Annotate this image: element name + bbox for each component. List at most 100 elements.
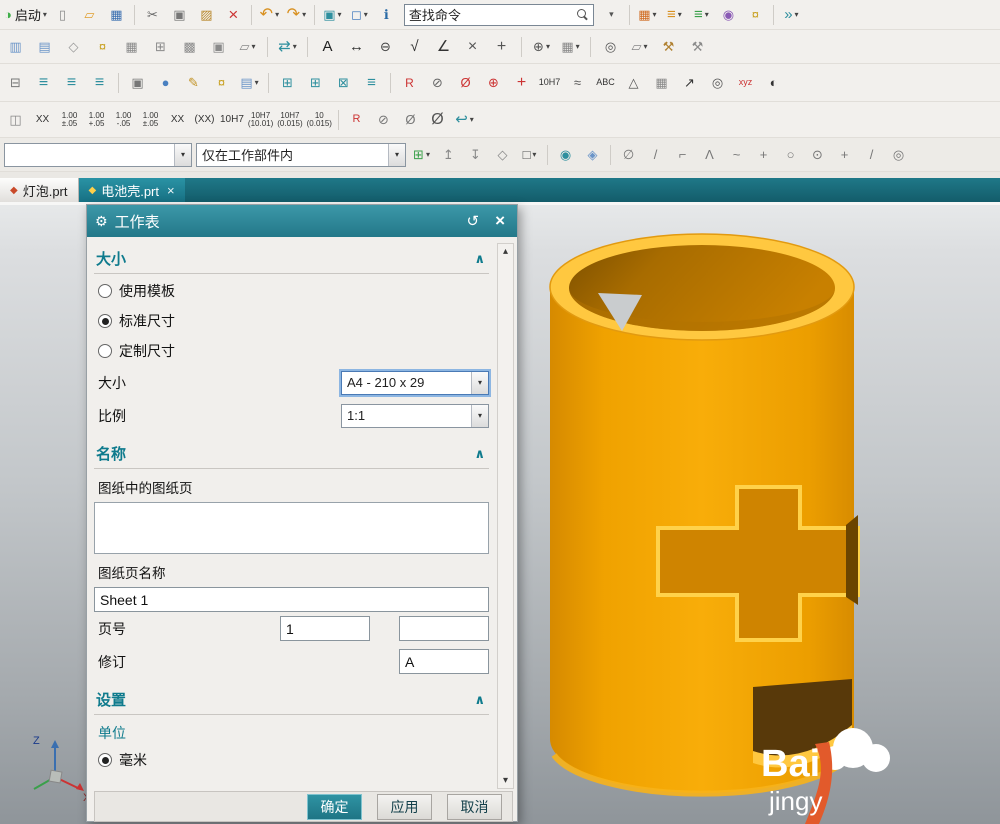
ok-button[interactable]: 确定 (307, 794, 362, 820)
snap-intersection-button[interactable]: + (752, 143, 775, 167)
layer-stack2-button[interactable]: ≡ (60, 71, 83, 95)
sheet-view-button[interactable]: ▤▾ (238, 71, 261, 95)
crosshair-button[interactable]: + (510, 71, 533, 95)
section-header-settings[interactable]: 设置 ∧ (94, 684, 489, 715)
plus-tool-button[interactable]: + (490, 35, 513, 59)
revision-input[interactable] (399, 649, 489, 674)
info-button[interactable]: ℹ (375, 3, 398, 27)
dropdown-arrow-icon[interactable]: ▾ (471, 405, 488, 427)
monitor-button[interactable]: ▣ (126, 71, 149, 95)
close-icon[interactable]: × (495, 211, 505, 231)
sheet-name-input[interactable] (94, 587, 489, 612)
snap-point-button[interactable]: + (833, 143, 856, 167)
dia-symbol-button[interactable]: Ø (399, 108, 422, 132)
sqrt-button[interactable]: √ (403, 35, 426, 59)
dim-xx-button[interactable]: XX (31, 108, 54, 132)
target2-button[interactable]: ◎ (706, 71, 729, 95)
snap-corner-button[interactable]: ⌐ (671, 143, 694, 167)
datum-target-button[interactable]: ◫ (4, 108, 27, 132)
dropdown-arrow-icon[interactable]: ▾ (388, 144, 405, 166)
radio-standard-size[interactable]: 标准尺寸 (94, 306, 489, 336)
snap-midpoint-button[interactable]: Λ (698, 143, 721, 167)
pin-button[interactable]: ⊟ (4, 71, 27, 95)
collapse-icon[interactable]: ∧ (474, 251, 485, 267)
capture-button[interactable]: ▣ (207, 35, 230, 59)
snap-curve-button[interactable]: ~ (725, 143, 748, 167)
datum-plane-button[interactable]: ⊞ (149, 35, 172, 59)
page-secondary-input[interactable] (399, 616, 489, 641)
cut-button[interactable]: ✂ (141, 3, 164, 27)
tool-hammer-button[interactable]: ⚒ (657, 35, 680, 59)
snap-endpoint-button[interactable]: ∅ (617, 143, 640, 167)
zoom-out-button[interactable]: ⊖ (374, 35, 397, 59)
sheet-list-box[interactable] (94, 502, 489, 554)
cube-select-button[interactable]: ◈ (581, 143, 604, 167)
radius-dim-button[interactable]: R (398, 71, 421, 95)
cancel-button[interactable]: 取消 (447, 794, 502, 820)
search-input[interactable] (409, 7, 577, 22)
dialog-titlebar[interactable]: ⚙ 工作表 ↺ × (87, 205, 517, 237)
grid-button[interactable]: ▦ (120, 35, 143, 59)
paste-button[interactable]: ▨ (195, 3, 218, 27)
collapse-icon[interactable]: ∧ (474, 446, 485, 462)
text-button[interactable]: A (316, 35, 339, 59)
snap-target-button[interactable]: ◎ (887, 143, 910, 167)
slope-arrow-button[interactable]: ↗ (678, 71, 701, 95)
dia-symbol-large-button[interactable]: Ø (426, 108, 449, 132)
tab-dianchike-prt[interactable]: ◆ 电池壳.prt × (79, 178, 185, 202)
snap-center-button[interactable]: ⊙ (806, 143, 829, 167)
radio-custom-size[interactable]: 定制尺寸 (94, 336, 489, 366)
no-diameter-button[interactable]: ⊘ (426, 71, 449, 95)
undo-button[interactable]: ↶▾ (258, 3, 281, 27)
command-finder-dropdown[interactable]: ▾ (600, 3, 623, 27)
dropdown-arrow-icon[interactable]: ▾ (471, 372, 488, 394)
datum-grid-button[interactable]: ▦▾ (636, 3, 659, 27)
radio-use-template[interactable]: 使用模板 (94, 276, 489, 306)
export-sheet-button[interactable]: ▱▾ (236, 35, 259, 59)
size-dropdown[interactable]: A4 - 210 x 29 ▾ (341, 371, 489, 395)
fit-tolerance-button[interactable]: 10H7 (538, 71, 561, 95)
xyz-axes-button[interactable]: xyz (734, 71, 757, 95)
apply-button[interactable]: 应用 (377, 794, 432, 820)
reset-icon[interactable]: ↺ (466, 212, 479, 230)
move-up-button[interactable]: ↥ (437, 143, 460, 167)
note-button[interactable]: ▱▾ (628, 35, 651, 59)
key2-button[interactable]: ¤ (91, 35, 114, 59)
diameter-button[interactable]: Ø (454, 71, 477, 95)
start-menu-button[interactable]: ◑启动▾ (4, 3, 47, 27)
dialog-scrollbar[interactable]: ▴ ▾ (497, 243, 514, 789)
more-commands-button[interactable]: »▾ (780, 3, 803, 27)
section-header-name[interactable]: 名称 ∧ (94, 438, 489, 469)
delete-button[interactable]: × (222, 3, 245, 27)
bom-list-button[interactable]: ≡ (360, 71, 383, 95)
measure-button[interactable]: ◎ (599, 35, 622, 59)
table2-button[interactable]: ⊞ (304, 71, 327, 95)
scale-dropdown[interactable]: 1:1 ▾ (341, 404, 489, 428)
layer-settings-button[interactable]: ≡▾ (663, 3, 686, 27)
snap-line-button[interactable]: / (644, 143, 667, 167)
tab-close-icon[interactable]: × (167, 183, 175, 198)
window-pane-button[interactable]: ▥ (4, 35, 27, 59)
sphere-button[interactable]: ● (154, 71, 177, 95)
tol-lower-button[interactable]: 1.00-.05 (112, 108, 135, 132)
dim-reference-button[interactable]: (XX) (193, 108, 216, 132)
target-point-button[interactable]: ⊕▾ (530, 35, 553, 59)
dim-xx2-button[interactable]: XX (166, 108, 189, 132)
angle-button[interactable]: ∠ (432, 35, 455, 59)
table-edit-button[interactable]: ⊠ (332, 71, 355, 95)
abc-text-button[interactable]: ABC (594, 71, 617, 95)
snap-circle-button[interactable]: ○ (779, 143, 802, 167)
snap-enable-button[interactable]: ⊞▾ (410, 143, 433, 167)
dimension-button[interactable]: ↔ (345, 35, 368, 59)
fit-10h7-button[interactable]: 10H7 (220, 108, 244, 132)
dropdown-arrow-icon[interactable]: ▾ (174, 144, 191, 166)
tool-machine-button[interactable]: ⚒ (686, 35, 709, 59)
no-dia-symbol-button[interactable]: ⊘ (372, 108, 395, 132)
type-filter-dropdown[interactable]: ▾ (4, 143, 192, 167)
scroll-down-icon[interactable]: ▾ (498, 775, 513, 786)
close-tool-button[interactable]: × (461, 35, 484, 59)
assembly-button[interactable]: ≡▾ (690, 3, 713, 27)
tol-upper-button[interactable]: 1.00+.05 (85, 108, 108, 132)
section-view-button[interactable]: ▩ (178, 35, 201, 59)
coordinate-triad[interactable]: Z X (25, 732, 95, 802)
